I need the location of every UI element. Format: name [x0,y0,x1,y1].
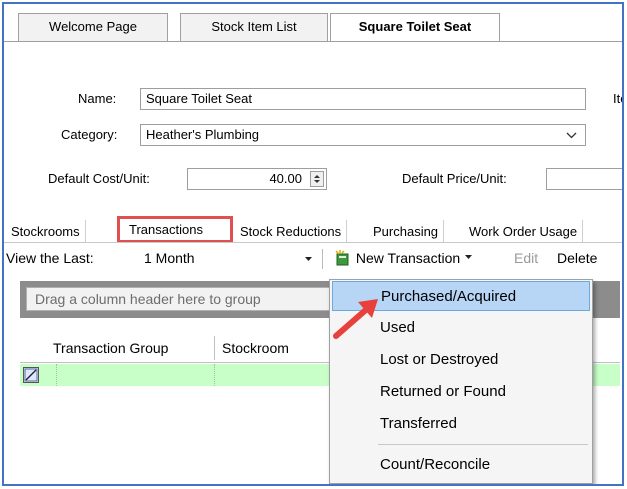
name-field[interactable]: Square Toilet Seat [140,88,586,110]
tab-stock-reductions[interactable]: Stock Reductions [235,220,348,243]
default-price-label: Default Price/Unit: [402,171,507,186]
column-header-stockroom[interactable]: Stockroom [222,334,289,362]
tab-welcome-page[interactable]: Welcome Page [18,13,168,41]
dropdown-chevron-icon[interactable] [566,125,577,145]
tab-stock-item-list[interactable]: Stock Item List [180,13,328,41]
tab-divider [4,242,622,243]
view-last-value: 1 Month [144,250,195,266]
detail-tab-bar: Stockrooms Transactions Stock Reductions… [4,216,622,243]
menu-item-lost-or-destroyed[interactable]: Lost or Destroyed [332,345,590,375]
menu-item-transferred[interactable]: Transferred [332,409,590,439]
annotation-arrow-icon [333,299,378,339]
spinner-arrows-icon[interactable] [310,171,324,187]
tab-label: Welcome Page [49,19,137,34]
default-cost-label: Default Cost/Unit: [48,171,150,186]
default-cost-field[interactable]: 40.00 [187,168,327,190]
tab-square-toilet-seat[interactable]: Square Toilet Seat [330,13,500,42]
tab-stockrooms[interactable]: Stockrooms [6,220,86,243]
cell-divider [214,364,216,386]
name-label: Name: [78,91,117,106]
cell-divider [56,364,58,386]
new-transaction-icon [334,250,352,266]
tab-divider [4,41,622,42]
default-price-field[interactable] [546,168,622,190]
delete-button[interactable]: Delete [557,248,597,268]
category-value: Heather's Plumbing [146,127,260,142]
tab-transactions[interactable]: Transactions [117,216,233,243]
stock-item-window: Welcome Page Stock Item List Square Toil… [2,2,624,486]
menu-separator [378,444,588,445]
new-transaction-label: New Transaction [355,250,461,266]
dropdown-chevron-icon [464,250,473,266]
view-last-label: View the Last: [6,250,94,266]
tab-label: Square Toilet Seat [358,19,472,34]
column-divider [214,336,215,360]
menu-item-returned-or-found[interactable]: Returned or Found [332,377,590,407]
dropdown-chevron-icon[interactable] [304,248,313,273]
edit-button[interactable]: Edit [514,248,538,268]
view-last-select[interactable]: 1 Month [144,248,316,268]
category-select[interactable]: Heather's Plumbing [140,124,586,146]
toolbar-separator [322,249,323,269]
tab-purchasing[interactable]: Purchasing [368,220,445,243]
new-transaction-button[interactable]: New Transaction [334,248,473,268]
category-label: Category: [61,127,118,142]
column-header-transaction-group[interactable]: Transaction Group [53,334,168,362]
default-cost-value: 40.00 [269,171,302,186]
menu-item-count-reconcile[interactable]: Count/Reconcile [332,450,590,480]
row-edit-icon[interactable] [23,367,39,383]
tab-label: Stock Item List [211,19,297,34]
transactions-toolbar: View the Last: 1 Month New Transaction E… [4,244,622,272]
document-tab-bar: Welcome Page Stock Item List Square Toil… [4,4,622,42]
item-label-partial: Ite [613,91,622,106]
tab-work-order-usage[interactable]: Work Order Usage [464,220,584,243]
